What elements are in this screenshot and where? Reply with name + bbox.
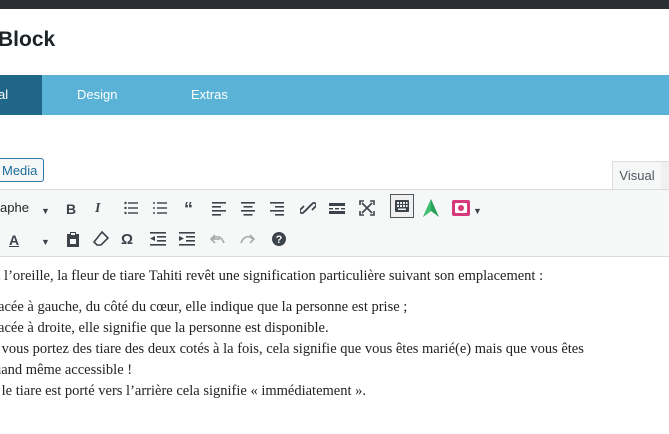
italic-icon[interactable]: I: [95, 200, 100, 218]
list-item: i vous portez des tiare des deux cotés à…: [0, 341, 584, 357]
toolbar-toggle-button[interactable]: [390, 194, 414, 218]
top-dark-bar: [0, 0, 669, 9]
panel-title: Block: [0, 28, 56, 51]
list-item: lacée à gauche, du côté du cœur, elle in…: [0, 299, 408, 315]
link-icon[interactable]: [300, 200, 316, 216]
tab-bar: al Design Extras: [0, 75, 669, 115]
list-item: i le tiare est porté vers l’arrière cela…: [0, 383, 367, 399]
tab-design[interactable]: Design: [77, 75, 117, 115]
list-item: uand même accessible !: [0, 362, 133, 378]
format-select[interactable]: aphe: [0, 200, 29, 215]
tab-visual[interactable]: Visual: [612, 161, 662, 189]
align-left-icon[interactable]: [212, 200, 226, 216]
editor-content[interactable]: à l’oreille, la fleur de tiare Tahiti re…: [0, 266, 669, 402]
align-right-icon[interactable]: [270, 200, 284, 216]
text-color-icon[interactable]: A: [9, 231, 19, 249]
numbered-list-icon[interactable]: [153, 200, 167, 216]
content-paragraph: à l’oreille, la fleur de tiare Tahiti re…: [0, 268, 544, 284]
bold-icon[interactable]: B: [66, 200, 76, 218]
toolbar-toggle-icon: [395, 199, 409, 218]
tab-extras[interactable]: Extras: [191, 75, 228, 115]
clear-formatting-icon[interactable]: [93, 231, 109, 247]
read-more-icon[interactable]: [329, 200, 345, 216]
special-character-icon[interactable]: Ω: [121, 231, 133, 249]
text-color-dropdown[interactable]: ▼: [41, 231, 50, 251]
align-center-icon[interactable]: [241, 200, 255, 216]
tab-general[interactable]: al: [0, 75, 42, 115]
media-plugin-icon[interactable]: [452, 199, 470, 217]
tab-text-edge[interactable]: [661, 161, 669, 189]
svg-text:?: ?: [276, 234, 283, 246]
redo-icon[interactable]: [239, 231, 255, 247]
help-icon[interactable]: ?: [271, 231, 287, 247]
content-list: lacée à gauche, du côté du cœur, elle in…: [0, 297, 669, 402]
indent-icon[interactable]: [179, 231, 195, 247]
bullet-list-icon[interactable]: [124, 200, 138, 216]
dropdown-caret-icon[interactable]: ▼: [41, 200, 50, 220]
paste-text-icon[interactable]: [66, 231, 80, 247]
blockquote-icon[interactable]: “: [184, 200, 193, 218]
add-media-button[interactable]: Media: [0, 158, 44, 182]
media-plugin-dropdown[interactable]: ▼: [473, 200, 482, 220]
undo-icon[interactable]: [210, 231, 226, 247]
editor-toolbar: aphe ▼ B I “ ▼ A ▼ Ω ?: [0, 189, 669, 257]
fullscreen-icon[interactable]: [359, 200, 375, 216]
format-select-value: aphe: [0, 200, 29, 215]
list-item: lacée à droite, elle signifie que la per…: [0, 320, 329, 336]
leaf-icon[interactable]: [423, 199, 439, 217]
outdent-icon[interactable]: [150, 231, 166, 247]
